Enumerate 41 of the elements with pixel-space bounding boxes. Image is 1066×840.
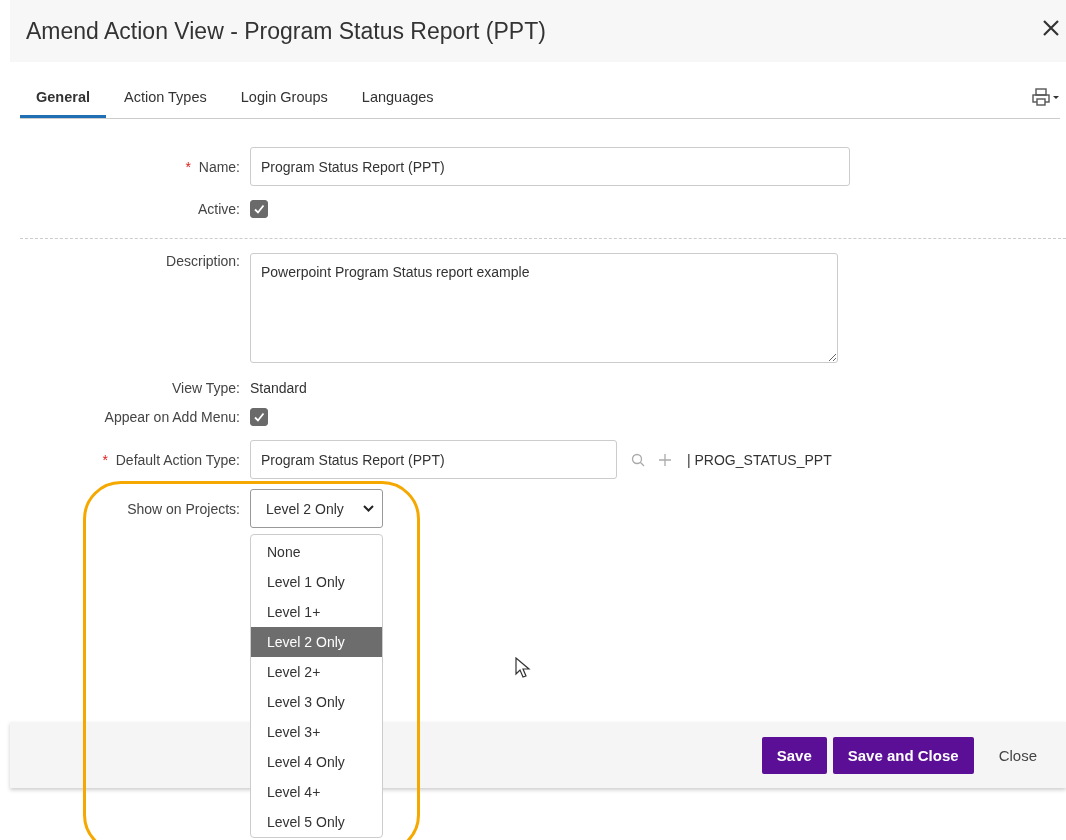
check-icon: [253, 203, 265, 215]
chevron-icon: [363, 505, 374, 512]
dropdown-option[interactable]: Level 3+: [251, 717, 382, 747]
tab[interactable]: Action Types: [108, 89, 223, 118]
footer-button[interactable]: Close: [983, 736, 1052, 774]
close-icon[interactable]: [1042, 19, 1060, 37]
dropdown-option[interactable]: Level 3 Only: [251, 687, 382, 717]
field-label: Name:: [198, 158, 240, 175]
field-value: Standard: [250, 380, 307, 396]
action-type-code: | PROG_STATUS_PPT: [687, 451, 832, 468]
checkbox[interactable]: [250, 200, 268, 218]
dropdown-option[interactable]: Level 2 Only: [251, 627, 382, 657]
tab[interactable]: Login Groups: [224, 89, 344, 118]
dropdown-option[interactable]: None: [251, 537, 382, 567]
window-title: Amend Action View - Program Status Report (PPT): [26, 17, 546, 45]
field-label: Description:: [166, 253, 240, 269]
required-marker: *: [102, 451, 108, 468]
pointer-cursor-icon: [515, 657, 531, 679]
dropdown-option[interactable]: Level 1 Only: [251, 567, 382, 597]
name-field[interactable]: Program Status Report (PPT): [250, 147, 850, 186]
dropdown-option[interactable]: Level 1+: [251, 597, 382, 627]
printer-icon[interactable]: [1032, 88, 1060, 106]
projects-dropdown[interactable]: Level 2 Only: [250, 489, 383, 528]
footer-button[interactable]: Save: [761, 736, 827, 774]
field-label: Appear on Add Menu:: [104, 409, 240, 425]
field-label: Show on Projects:: [127, 501, 240, 517]
required-marker: *: [185, 158, 191, 175]
dropdown-option[interactable]: Level 4+: [251, 777, 382, 807]
checkbox[interactable]: [250, 408, 268, 426]
tab[interactable]: Languages: [345, 89, 450, 118]
dropdown-option[interactable]: Level 5 Only: [251, 807, 382, 837]
check-icon: [253, 411, 265, 423]
dropdown-option[interactable]: Level 4 Only: [251, 747, 382, 777]
field-label: View Type:: [172, 380, 240, 396]
tab[interactable]: General: [20, 89, 106, 118]
footer-button[interactable]: Save and Close: [832, 736, 974, 774]
field-label: Default Action Type:: [115, 451, 240, 468]
action-type-field[interactable]: Program Status Report (PPT): [250, 440, 617, 479]
dropdown-option[interactable]: Level 2+: [251, 657, 382, 687]
description-field[interactable]: Powerpoint Program Status report example: [250, 253, 838, 363]
field-label: Active:: [198, 201, 240, 217]
